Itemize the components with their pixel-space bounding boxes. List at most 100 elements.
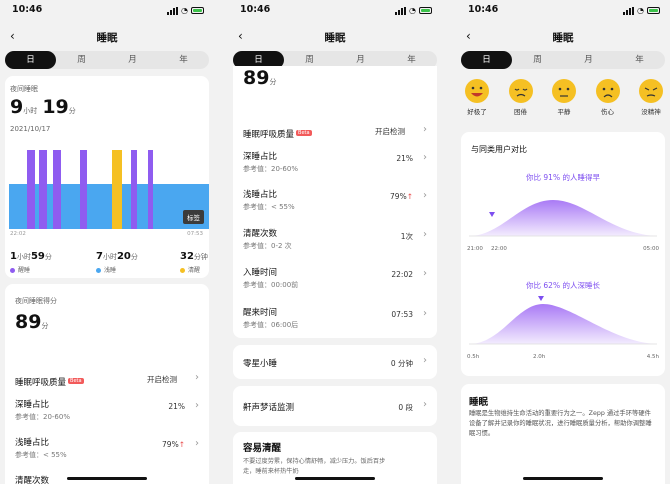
back-icon[interactable]: ‹ (10, 29, 15, 43)
score-card: 夜间睡眠得分 89分 睡眠呼吸质量 Beta 开启检测 › 深睡占比 参考值：20-6… (5, 284, 209, 484)
bedtime-marker-icon (489, 212, 495, 217)
awake-dot-icon (180, 268, 185, 273)
chevron-right-icon: › (423, 229, 427, 240)
tab-month[interactable]: 月 (563, 51, 614, 69)
period-tabs: 日 周 月 年 (5, 51, 209, 69)
calm-face-icon (552, 79, 576, 103)
mood-sad[interactable]: 伤心 (593, 78, 623, 116)
signal-icon (623, 6, 635, 15)
chart-start-time: 22:02 (10, 231, 26, 237)
snore-card[interactable]: 鼾声梦话监测 0 段 › (233, 386, 437, 426)
chevron-right-icon: › (195, 372, 199, 383)
sleep-score: 89分 (15, 311, 49, 333)
night-sleep-label: 夜间睡眠 (10, 85, 38, 93)
deep-sleep-distribution-chart (469, 296, 657, 345)
sleep-stage-bar (27, 150, 35, 229)
breath-quality-row[interactable]: 睡眠呼吸质量 Beta 开启检测 › (243, 122, 427, 141)
wake-count-row[interactable]: 清醒次数 参考值：0-2 次 1次 › (243, 227, 427, 251)
chart-end-time: 07:53 (187, 231, 203, 237)
sleep-stage-bar (131, 150, 137, 229)
bedtime-distribution-chart (469, 200, 657, 237)
screen-sleep-compare: 10:46 ◔ ‹ 睡眠 日 周 月 年 好极了 困倦 平静 伤心 没精神 与同… (456, 0, 670, 484)
screen-sleep-overview: 10:46 ◔ ‹ 睡眠 日 周 月 年 夜间睡眠 9小时 19分 2021/1… (0, 0, 214, 484)
deep-ratio-row[interactable]: 深睡占比 参考值：20-60% 21% › (243, 150, 427, 174)
wakeup-time-row[interactable]: 醒来时间 参考值：06:00后 07:53 › (243, 306, 427, 330)
back-icon[interactable]: ‹ (238, 29, 243, 43)
home-indicator (523, 477, 603, 480)
tab-day[interactable]: 日 (5, 51, 56, 69)
page-header: ‹ 睡眠 (456, 29, 670, 46)
wifi-icon: ◔ (637, 6, 644, 15)
signal-icon (167, 6, 179, 15)
compare-title: 与同类用户对比 (471, 145, 527, 154)
sleep-stage-bar (112, 150, 122, 229)
screen-sleep-details: 10:46 ◔ ‹ 睡眠 日 周 月 年 89分 睡眠呼吸质量 Beta 开启检测… (228, 0, 442, 484)
compare-card: 与同类用户对比 你比 91% 的人睡得早 21:00 22:00 05:00 你… (461, 132, 665, 376)
tab-week[interactable]: 周 (56, 51, 107, 69)
sleep-duration: 9小时 19分 (10, 96, 76, 118)
stat-deep: 1小时59分 醒睡 (10, 251, 52, 274)
page-title: 睡眠 (552, 32, 574, 44)
battery-icon (647, 7, 660, 14)
wifi-icon: ◔ (181, 6, 188, 15)
bedtime-compare-title: 你比 91% 的人睡得早 (526, 173, 600, 182)
sleepy-face-icon (508, 79, 533, 103)
status-bar: 10:46 ◔ (12, 4, 204, 18)
deep-ratio-row[interactable]: 深睡占比 参考值：20-60% 21% › (15, 398, 199, 422)
sad-face-icon (595, 79, 620, 103)
stat-awake: 32分钟 清醒 (180, 251, 208, 274)
info-card: 睡眠 睡眠是生物维持生命活动的重要行为之一。Zepp 通过手环等硬件设备了解并记… (461, 384, 665, 484)
tab-day[interactable]: 日 (461, 51, 512, 69)
deep-sleep-compare-title: 你比 62% 的人深睡长 (526, 281, 600, 290)
light-dot-icon (96, 268, 101, 273)
night-sleep-card: 夜间睡眠 9小时 19分 2021/10/17 标签 22:02 07:53 1… (5, 76, 209, 278)
status-bar: 10:46 ◔ (240, 4, 432, 18)
deep-dot-icon (10, 268, 15, 273)
tip-title: 容易清醒 (243, 443, 282, 454)
chevron-right-icon: › (195, 438, 199, 449)
chevron-right-icon: › (423, 124, 427, 135)
status-bar: 10:46 ◔ (468, 4, 660, 18)
bedtime-curve (469, 200, 657, 236)
period-tabs: 日 周 月 年 (461, 51, 665, 69)
light-ratio-row[interactable]: 浅睡占比 参考值：< 55% 79%↑ › (243, 188, 427, 212)
sleep-stage-chart (9, 150, 209, 229)
bedtime-row[interactable]: 入睡时间 参考值：00:00前 22:02 › (243, 266, 427, 290)
home-indicator (295, 477, 375, 480)
chevron-right-icon: › (423, 152, 427, 163)
status-time: 10:46 (12, 4, 43, 15)
chevron-right-icon: › (423, 190, 427, 201)
deep-sleep-marker-icon (538, 296, 544, 301)
tab-year[interactable]: 年 (614, 51, 665, 69)
sleep-stage-bar (39, 150, 47, 229)
score-detail-card: 89分 睡眠呼吸质量 Beta 开启检测 › 深睡占比 参考值：20-60% 21% ›… (233, 66, 437, 338)
breath-quality-row[interactable]: 睡眠呼吸质量 Beta 开启检测 › (15, 370, 199, 389)
tab-month[interactable]: 月 (107, 51, 158, 69)
tab-year[interactable]: 年 (158, 51, 209, 69)
mood-great[interactable]: 好极了 (462, 78, 492, 116)
info-title: 睡眠 (469, 397, 489, 408)
chevron-right-icon: › (423, 399, 427, 410)
page-title: 睡眠 (324, 32, 346, 44)
mood-sleepy[interactable]: 困倦 (506, 78, 536, 116)
sleep-date: 2021/10/17 (10, 125, 51, 133)
back-icon[interactable]: ‹ (466, 29, 471, 43)
info-text: 睡眠是生物维持生命活动的重要行为之一。Zepp 通过手环等硬件设备了解并记录你的… (469, 410, 652, 437)
tag-button[interactable]: 标签 (183, 210, 204, 224)
mood-calm[interactable]: 平静 (549, 78, 579, 116)
mood-selector: 好极了 困倦 平静 伤心 没精神 (462, 78, 670, 116)
sleep-stage-bar (148, 150, 153, 229)
tab-week[interactable]: 周 (512, 51, 563, 69)
battery-icon (419, 7, 432, 14)
deep-sleep-curve (469, 304, 657, 344)
light-ratio-row[interactable]: 浅睡占比 参考值：< 55% 79%↑ › (15, 436, 199, 460)
sleep-stage-bar (80, 150, 87, 229)
sleep-stage-bar (53, 150, 61, 229)
battery-icon (191, 7, 204, 14)
page-header: ‹ 睡眠 (0, 29, 214, 46)
mood-tired[interactable]: 没精神 (636, 78, 666, 116)
nap-card[interactable]: 零星小睡 0 分钟 › (233, 345, 437, 379)
chevron-right-icon: › (423, 308, 427, 319)
chevron-right-icon: › (423, 355, 427, 366)
signal-icon (395, 6, 407, 15)
